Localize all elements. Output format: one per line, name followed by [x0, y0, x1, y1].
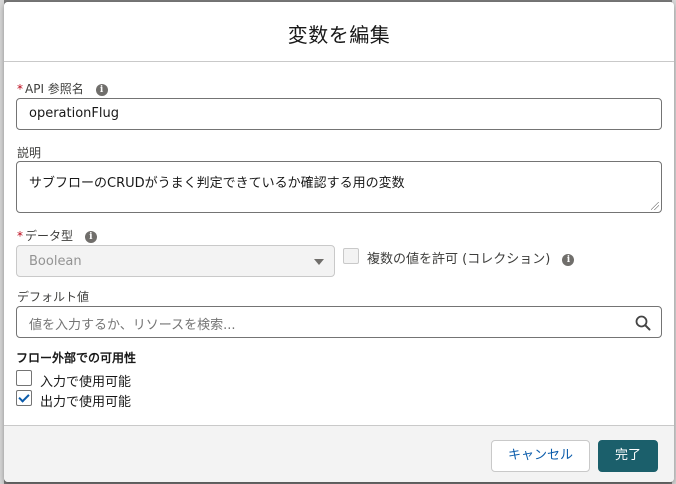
- info-icon[interactable]: i: [562, 253, 575, 266]
- output-available-label: 出力で使用可能: [40, 395, 132, 410]
- default-value-label: デフォルト値: [17, 290, 90, 304]
- required-marker: *: [17, 229, 23, 243]
- done-button[interactable]: 完了: [598, 440, 658, 472]
- input-available-checkbox[interactable]: [16, 370, 32, 386]
- input-available-label: 入力で使用可能: [40, 375, 132, 390]
- check-icon: [18, 391, 30, 403]
- modal-title: 変数を編集: [287, 23, 391, 47]
- info-icon[interactable]: i: [95, 83, 108, 96]
- required-marker: *: [17, 82, 23, 96]
- api-name-label: API 参照名: [25, 82, 84, 96]
- modal-footer: キャンセル 完了: [4, 425, 674, 482]
- data-type-select: Boolean: [16, 245, 335, 277]
- output-available-checkbox[interactable]: [16, 390, 32, 406]
- availability-heading: フロー外部での可用性: [16, 351, 137, 365]
- search-icon[interactable]: [635, 315, 651, 331]
- allow-multiple-label: 複数の値を許可 (コレクション): [367, 252, 551, 267]
- edit-variable-modal: 変数を編集 * API 参照名 i operationFlug 説明 サブフローの…: [4, 2, 674, 482]
- cancel-button[interactable]: キャンセル: [491, 440, 590, 472]
- default-value-search-input[interactable]: 値を入力するか、リソースを検索...: [16, 306, 662, 338]
- chevron-down-icon: [314, 259, 324, 265]
- description-value: サブフローのCRUDがうまく判定できているか確認する用の変数: [29, 176, 405, 191]
- allow-multiple-checkbox: [343, 248, 359, 264]
- api-name-input[interactable]: operationFlug: [16, 98, 662, 130]
- data-type-value: Boolean: [29, 254, 82, 269]
- api-name-label-row: * API 参照名 i: [17, 80, 108, 97]
- default-value-placeholder: 値を入力するか、リソースを検索...: [29, 318, 236, 333]
- info-icon[interactable]: i: [84, 230, 97, 243]
- api-name-value: operationFlug: [29, 106, 119, 121]
- allow-multiple-label-row: 複数の値を許可 (コレクション) i: [367, 248, 575, 267]
- data-type-label: データ型: [25, 229, 74, 243]
- resize-handle[interactable]: [651, 202, 659, 210]
- data-type-label-row: * データ型 i: [17, 227, 97, 244]
- description-label: 説明: [17, 146, 42, 160]
- modal-header: 変数を編集: [4, 2, 674, 62]
- description-textarea[interactable]: サブフローのCRUDがうまく判定できているか確認する用の変数: [16, 161, 662, 213]
